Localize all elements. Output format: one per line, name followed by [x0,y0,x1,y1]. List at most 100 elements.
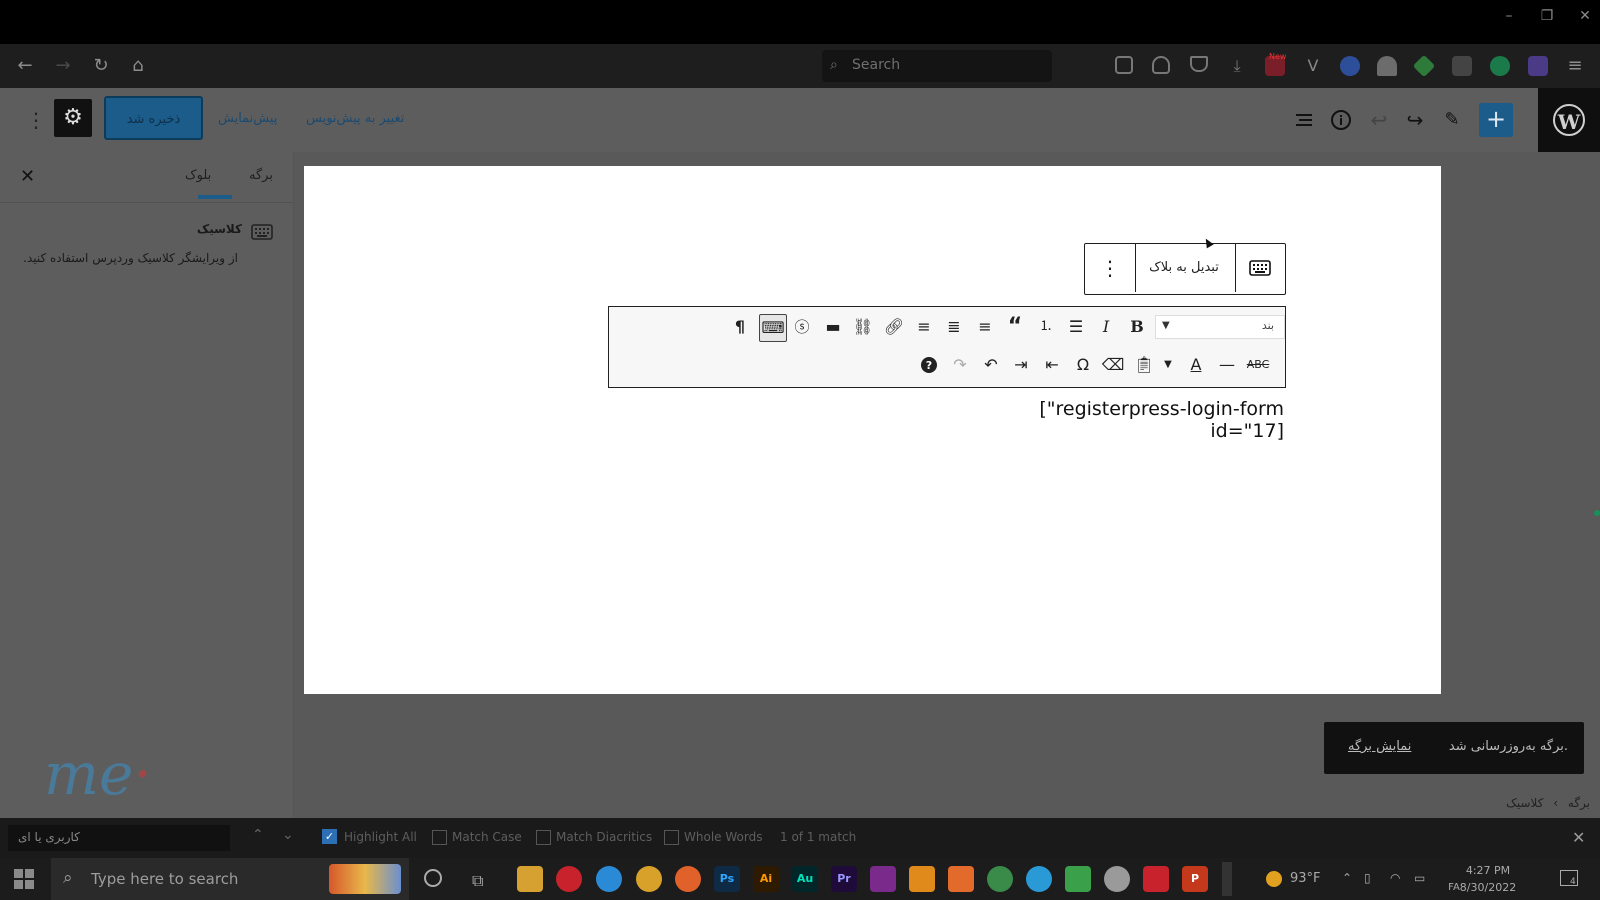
close-sidebar-icon[interactable]: ✕ [20,166,35,187]
extension-new-icon[interactable]: New [1265,52,1286,76]
account-icon[interactable] [1152,56,1170,74]
redo-icon[interactable]: ↷ [947,352,973,378]
read-more-tag-button[interactable]: ▬ [820,314,846,340]
extension-green-icon[interactable] [1412,54,1436,78]
audition-icon[interactable]: Au [792,866,818,892]
add-block-button[interactable]: + [1479,103,1513,137]
bold-button[interactable]: B [1124,314,1150,340]
find-input[interactable]: کاربری یا ای [8,825,230,851]
shield-icon[interactable] [1190,56,1208,72]
align-left-button[interactable]: ≡ [972,314,998,340]
match-diacritics-checkbox[interactable] [536,830,551,845]
help-icon[interactable]: ? [916,352,942,378]
firefox-icon[interactable] [675,866,701,892]
pocket-icon[interactable] [1115,56,1133,74]
match-case-checkbox[interactable] [432,830,447,845]
text-color-button[interactable]: A [1183,352,1209,378]
pencil-tools-icon[interactable]: ✎ [1439,107,1465,133]
acrobat-icon[interactable] [1143,866,1169,892]
find-next-icon[interactable]: ⌄ [282,827,294,843]
back-icon[interactable]: ← [14,55,36,77]
horizontal-line-button[interactable]: — [1214,352,1240,378]
wifi-icon[interactable]: ◠ [1390,871,1400,885]
undo-icon[interactable]: ↶ [978,352,1004,378]
premiere-icon[interactable]: Pr [831,866,857,892]
decrease-indent-icon[interactable]: ⇤ [1039,352,1065,378]
view-page-link[interactable]: نمایش برگه [1348,739,1411,754]
photoshop-icon[interactable]: Ps [714,866,740,892]
close-window-icon[interactable]: ✕ [1570,8,1600,24]
home-icon[interactable]: ⌂ [127,55,149,77]
telegram-icon[interactable] [1026,866,1052,892]
spellcheck-button[interactable]: ⓢ [789,314,815,340]
saved-button[interactable]: ذخیره شد [104,96,203,140]
highlight-all-checkbox[interactable]: ✓ [322,829,337,844]
breadcrumb-current[interactable]: کلاسیک [1506,796,1543,810]
wordpress-logo-icon[interactable]: W [1538,88,1600,152]
windows-start-icon[interactable] [14,869,34,889]
illustrator-icon[interactable]: Ai [753,866,779,892]
close-findbar-icon[interactable]: ✕ [1572,828,1585,847]
special-character-icon[interactable]: Ω [1070,352,1096,378]
details-info-icon[interactable] [1328,107,1354,133]
opera-icon[interactable] [556,866,582,892]
tab-page[interactable]: برگه [249,168,273,183]
forward-icon[interactable]: → [52,55,74,77]
paragraph-direction-button[interactable]: ¶ [727,314,753,340]
paste-as-text-icon[interactable]: 📋︎ [1131,352,1157,378]
sublime-text-icon[interactable] [909,866,935,892]
italic-button[interactable]: I [1093,314,1119,340]
undo-icon[interactable]: ↩ [1366,107,1392,133]
extension-blue-icon[interactable] [1340,56,1360,76]
extension-purple-icon[interactable] [1528,56,1548,76]
cortana-icon[interactable] [424,869,442,887]
minimize-icon[interactable]: – [1494,8,1524,24]
shortcode-content[interactable]: ["registerpress-login-form id="17] [980,398,1284,442]
system-clock[interactable]: 4:27 PM 8/30/2022 [1456,862,1520,896]
extension-grid-icon[interactable] [1452,56,1472,76]
strikethrough-button[interactable]: ABC [1245,352,1271,378]
align-right-button[interactable]: ≡ [911,314,937,340]
chrome-icon[interactable] [636,866,662,892]
grammarly-icon[interactable] [1490,56,1510,76]
convert-to-blocks-button[interactable]: تبدیل به بلاک [1135,244,1232,292]
blockquote-button[interactable]: “ [1002,314,1028,340]
notification-center-icon[interactable]: 4 [1560,870,1578,887]
app-purple-icon[interactable] [870,866,896,892]
browser-search-field[interactable]: ⌕ Search [822,50,1052,82]
redo-icon[interactable]: ↪ [1402,107,1428,133]
powerpoint-icon[interactable]: P [1182,866,1208,892]
vimeo-extension-icon[interactable]: V [1303,56,1323,76]
find-previous-icon[interactable]: ⌃ [252,827,264,843]
toolbar-toggle-button[interactable]: ⌨ [759,314,787,342]
battery-icon[interactable]: ▭ [1414,871,1425,885]
app-green-icon[interactable] [1065,866,1091,892]
settings-gear-icon[interactable]: ⚙ [54,99,92,137]
chevron-up-icon[interactable]: ⌃ [1342,871,1352,885]
xampp-icon[interactable] [948,866,974,892]
download-icon[interactable]: ⤓ [1227,56,1247,76]
edge-icon[interactable] [596,866,622,892]
task-view-icon[interactable]: ⧉ [472,871,483,891]
format-select[interactable]: بند ▼ [1155,315,1285,339]
unlink-icon[interactable]: ⛓︎ [850,314,876,340]
device-icon[interactable]: ▯ [1364,871,1371,885]
taskbar-search-box[interactable]: ⌕ Type here to search [51,858,409,900]
switch-to-draft-button[interactable]: تغییر به پیش‌نویس [306,111,404,126]
chevron-down-icon[interactable]: ▼ [1161,352,1175,378]
extension-house-icon[interactable] [1377,56,1397,76]
preview-button[interactable]: پیش‌نمایش [218,111,277,126]
list-view-icon[interactable] [1291,107,1317,133]
app-globe-icon[interactable] [987,866,1013,892]
align-center-button[interactable]: ≣ [941,314,967,340]
tab-block[interactable]: بلوک [185,168,211,183]
reload-icon[interactable]: ↻ [90,55,112,77]
hamburger-menu-icon[interactable]: ≡ [1564,55,1586,77]
numbered-list-button[interactable]: ⒈ [1033,314,1059,340]
clear-formatting-icon[interactable]: ⌫ [1100,352,1126,378]
weather-temperature[interactable]: 93°F [1290,871,1321,886]
whole-words-checkbox[interactable] [664,830,679,845]
increase-indent-icon[interactable]: ⇥ [1008,352,1034,378]
bullet-list-button[interactable]: ☰ [1063,314,1089,340]
file-explorer-icon[interactable] [517,866,543,892]
